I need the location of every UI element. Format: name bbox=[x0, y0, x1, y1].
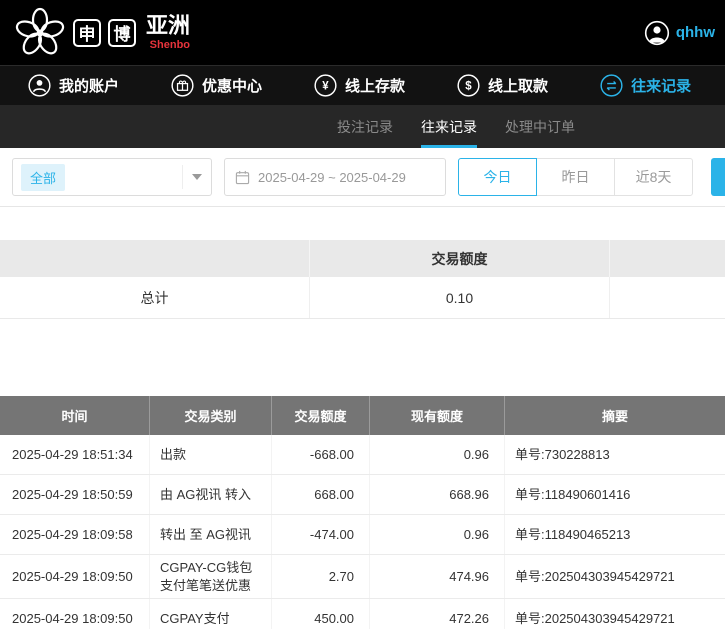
col-header-time: 时间 bbox=[0, 396, 150, 435]
col-header-category: 交易类别 bbox=[150, 396, 272, 435]
cell-time: 2025-04-29 18:09:50 bbox=[0, 599, 150, 629]
nav-item-withdraw[interactable]: $ 线上取款 bbox=[457, 74, 548, 97]
summary-header-row: 交易额度 bbox=[0, 240, 725, 277]
summary-total-label: 总计 bbox=[0, 277, 310, 318]
transactions-header-row: 时间 交易类别 交易额度 现有额度 摘要 bbox=[0, 396, 725, 435]
nav-label: 优惠中心 bbox=[202, 75, 262, 96]
nav-item-deposit[interactable]: ¥ 线上存款 bbox=[314, 74, 405, 97]
col-header-balance: 现有额度 bbox=[370, 396, 505, 435]
record-subtabs: 投注记录 往来记录 处理中订单 bbox=[0, 105, 725, 148]
yesterday-button[interactable]: 昨日 bbox=[536, 158, 615, 196]
nav-item-records[interactable]: 往来记录 bbox=[600, 74, 691, 97]
brand-logo[interactable]: 申 博 亚洲 Shenbo bbox=[14, 7, 190, 59]
cell-amount: -474.00 bbox=[272, 515, 370, 554]
logo-region-text: 亚洲 bbox=[146, 14, 190, 37]
cell-category: CGPAY-CG钱包支付笔笔送优惠 bbox=[150, 555, 272, 598]
type-selected-chip: 全部 bbox=[21, 164, 65, 191]
cell-category: CGPAY支付 bbox=[150, 599, 272, 629]
date-range-text: 2025-04-29 ~ 2025-04-29 bbox=[258, 170, 406, 185]
tab-bet-records[interactable]: 投注记录 bbox=[337, 105, 393, 148]
cell-amount: 2.70 bbox=[272, 555, 370, 598]
cell-memo: 单号:118490465213 bbox=[505, 515, 725, 554]
cell-time: 2025-04-29 18:50:59 bbox=[0, 475, 150, 514]
chevron-down-icon bbox=[192, 174, 202, 180]
user-account-area[interactable]: qhhw bbox=[644, 20, 715, 46]
table-row: 2025-04-29 18:09:58 转出 至 AG视讯 -474.00 0.… bbox=[0, 515, 725, 555]
cell-balance: 0.96 bbox=[370, 435, 505, 474]
nav-item-my-account[interactable]: 我的账户 bbox=[28, 74, 119, 97]
username-text: qhhw bbox=[676, 24, 715, 41]
logo-text-column: 亚洲 Shenbo bbox=[146, 14, 190, 50]
user-avatar-icon bbox=[644, 20, 670, 46]
table-row: 2025-04-29 18:51:34 出款 -668.00 0.96 单号:7… bbox=[0, 435, 725, 475]
cell-time: 2025-04-29 18:09:50 bbox=[0, 555, 150, 598]
cell-memo: 单号:202504303945429721 bbox=[505, 599, 725, 629]
summary-total-cut bbox=[610, 277, 725, 318]
quick-date-group: 今日 昨日 近8天 bbox=[458, 158, 693, 196]
tab-transaction-records[interactable]: 往来记录 bbox=[421, 105, 477, 148]
deposit-icon: ¥ bbox=[314, 74, 337, 97]
cell-time: 2025-04-29 18:09:58 bbox=[0, 515, 150, 554]
caret-wrap bbox=[182, 165, 202, 189]
top-header: 申 博 亚洲 Shenbo qhhw bbox=[0, 0, 725, 65]
last-8-days-button[interactable]: 近8天 bbox=[614, 158, 693, 196]
cell-amount: -668.00 bbox=[272, 435, 370, 474]
type-select[interactable]: 全部 bbox=[12, 158, 212, 196]
filter-bar: 全部 2025-04-29 ~ 2025-04-29 今日 昨日 近8天 bbox=[0, 148, 725, 207]
nav-label: 往来记录 bbox=[631, 75, 691, 96]
svg-text:$: $ bbox=[465, 81, 472, 93]
summary-header-amount: 交易额度 bbox=[310, 240, 610, 277]
calendar-icon bbox=[235, 170, 250, 185]
svg-text:¥: ¥ bbox=[322, 81, 329, 93]
summary-header-cut bbox=[610, 240, 725, 277]
cell-balance: 668.96 bbox=[370, 475, 505, 514]
cell-memo: 单号:118490601416 bbox=[505, 475, 725, 514]
tab-pending-orders[interactable]: 处理中订单 bbox=[505, 105, 575, 148]
logo-sub-text: Shenbo bbox=[150, 40, 190, 51]
col-header-amount: 交易额度 bbox=[272, 396, 370, 435]
transactions-body: 2025-04-29 18:51:34 出款 -668.00 0.96 单号:7… bbox=[0, 435, 725, 629]
cell-category: 由 AG视讯 转入 bbox=[150, 475, 272, 514]
cell-amount: 450.00 bbox=[272, 599, 370, 629]
table-row: 2025-04-29 18:50:59 由 AG视讯 转入 668.00 668… bbox=[0, 475, 725, 515]
cell-time: 2025-04-29 18:51:34 bbox=[0, 435, 150, 474]
nav-item-promotions[interactable]: 优惠中心 bbox=[171, 74, 262, 97]
transactions-table: 时间 交易类别 交易额度 现有额度 摘要 2025-04-29 18:51:34… bbox=[0, 396, 725, 629]
cell-category: 出款 bbox=[150, 435, 272, 474]
search-button[interactable] bbox=[711, 158, 725, 196]
col-header-memo: 摘要 bbox=[505, 396, 725, 435]
records-icon bbox=[600, 74, 623, 97]
promotions-icon bbox=[171, 74, 194, 97]
cell-memo: 单号:730228813 bbox=[505, 435, 725, 474]
summary-header-empty bbox=[0, 240, 310, 277]
nav-label: 线上存款 bbox=[345, 75, 405, 96]
date-range-input[interactable]: 2025-04-29 ~ 2025-04-29 bbox=[224, 158, 446, 196]
table-row: 2025-04-29 18:09:50 CGPAY-CG钱包支付笔笔送优惠 2.… bbox=[0, 555, 725, 599]
withdraw-icon: $ bbox=[457, 74, 480, 97]
today-button[interactable]: 今日 bbox=[458, 158, 537, 196]
main-nav: 我的账户 优惠中心 ¥ 线上存款 $ 线上取款 往来记录 bbox=[0, 65, 725, 105]
cell-category: 转出 至 AG视讯 bbox=[150, 515, 272, 554]
logo-char-box-1: 申 bbox=[73, 19, 101, 47]
summary-table: 交易额度 总计 0.10 bbox=[0, 240, 725, 319]
table-row: 2025-04-29 18:09:50 CGPAY支付 450.00 472.2… bbox=[0, 599, 725, 629]
cell-balance: 472.26 bbox=[370, 599, 505, 629]
summary-total-row: 总计 0.10 bbox=[0, 277, 725, 319]
logo-char-box-2: 博 bbox=[108, 19, 136, 47]
flower-logo-icon bbox=[14, 7, 66, 59]
cell-balance: 0.96 bbox=[370, 515, 505, 554]
summary-total-value: 0.10 bbox=[310, 277, 610, 318]
account-icon bbox=[28, 74, 51, 97]
cell-amount: 668.00 bbox=[272, 475, 370, 514]
cell-memo: 单号:202504303945429721 bbox=[505, 555, 725, 598]
nav-label: 线上取款 bbox=[488, 75, 548, 96]
cell-balance: 474.96 bbox=[370, 555, 505, 598]
nav-label: 我的账户 bbox=[59, 75, 119, 96]
